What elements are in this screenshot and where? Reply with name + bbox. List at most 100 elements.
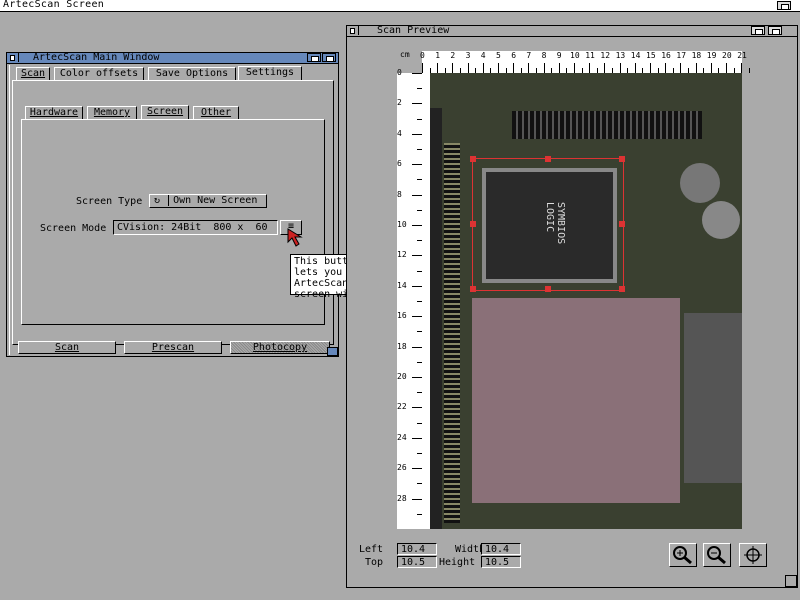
- top-ruler-tick: [498, 63, 499, 73]
- resize-icon[interactable]: [327, 347, 338, 356]
- selection-handle[interactable]: [470, 286, 476, 292]
- close-icon[interactable]: [7, 53, 19, 62]
- prescan-button[interactable]: Prescan: [124, 341, 222, 354]
- left-ruler-tick: [412, 346, 422, 348]
- top-ruler-tick: [726, 63, 727, 73]
- top-ruler-tick: [528, 63, 530, 73]
- left-ruler-tick: [412, 285, 422, 287]
- scan-preview-image[interactable]: SYMBIOS LOGIC: [422, 73, 742, 529]
- cpu-chip: [472, 298, 680, 503]
- tab-label: Save Options: [155, 68, 229, 79]
- subtab-label: Hardware: [29, 107, 79, 118]
- width-field[interactable]: 10.4: [481, 543, 521, 555]
- window-depth-gadget[interactable]: [322, 53, 336, 62]
- top-ruler-tick: [513, 63, 515, 73]
- preview-depth-gadget[interactable]: [768, 26, 782, 35]
- left-ruler-label: 28: [397, 493, 407, 503]
- top-field[interactable]: 10.5: [397, 556, 437, 568]
- zoom-out-button[interactable]: [703, 543, 731, 567]
- top-ruler-label: 17: [676, 51, 687, 60]
- zoom-in-button[interactable]: [669, 543, 697, 567]
- top-ruler-tick: [437, 63, 439, 73]
- left-ruler-tick: [412, 437, 422, 439]
- screen-depth-gadget[interactable]: [777, 1, 791, 10]
- preview-window: Scan Preview 0 1 2 3 4 5 6 7 8 9 10 11 12 13 14 15 16 17 1…: [346, 25, 798, 588]
- left-ruler-tick: [412, 498, 422, 500]
- top-ruler-tick: [710, 63, 712, 73]
- preview-close-icon[interactable]: [347, 26, 359, 35]
- selection-handle[interactable]: [619, 221, 625, 227]
- preview-window-titlebar[interactable]: Scan Preview: [347, 25, 797, 37]
- top-ruler-tick: [695, 63, 697, 73]
- tab-scan[interactable]: Scan: [16, 67, 50, 80]
- left-ruler-tick: [412, 103, 422, 105]
- subtab-label: Other: [200, 107, 232, 118]
- top-ruler-label: 13: [615, 51, 626, 60]
- top-ruler-tick: [741, 63, 743, 73]
- screen-title-bar[interactable]: ArtecScan Screen: [0, 0, 800, 12]
- left-ruler-tick: [412, 407, 422, 409]
- top-ruler-tick: [589, 63, 591, 73]
- tab-label: Settings: [245, 67, 295, 78]
- selection-rectangle[interactable]: [470, 156, 625, 292]
- left-ruler-tick: [412, 164, 422, 166]
- top-ruler-tick: [650, 63, 651, 73]
- subtab-label: Memory: [93, 107, 131, 118]
- preview-zoom-gadget[interactable]: [751, 26, 765, 35]
- selection-handle[interactable]: [470, 221, 476, 227]
- selection-handle[interactable]: [619, 286, 625, 292]
- top-ruler: 0 1 2 3 4 5 6 7 8 9 10 11 12 13 14 15 16 17 18 19 20 21: [420, 51, 750, 73]
- capacitor: [702, 201, 740, 239]
- top-ruler-tick: [665, 63, 667, 73]
- window-zoom-gadget[interactable]: [307, 53, 321, 62]
- tab-save-options[interactable]: Save Options: [148, 67, 236, 80]
- top-ruler-label: 20: [722, 51, 732, 60]
- left-ruler-label: 26: [397, 463, 407, 473]
- scan-button[interactable]: Scan: [18, 341, 116, 354]
- crosshair-button[interactable]: [739, 543, 767, 567]
- preview-resize-icon[interactable]: [785, 575, 797, 587]
- settings-panel: Hardware Memory Screen Other Screen Type…: [12, 80, 334, 345]
- top-ruler-label: 7: [526, 51, 532, 60]
- top-ruler-tick: [452, 63, 454, 73]
- left-ruler-tick: [412, 468, 422, 470]
- ruler-unit: cm: [400, 50, 410, 59]
- selection-handle[interactable]: [545, 156, 551, 162]
- selection-handle[interactable]: [619, 156, 625, 162]
- left-ruler-tick: [412, 377, 422, 378]
- left-ruler-label: 16: [397, 311, 407, 321]
- subtab-other[interactable]: Other: [193, 106, 239, 119]
- screen-type-cycle-button[interactable]: ↻ Own New Screen: [149, 194, 267, 208]
- top-ruler-tick: [543, 63, 545, 73]
- top-ruler-label: 11: [585, 51, 595, 60]
- left-ruler-label: 24: [397, 432, 407, 442]
- top-ruler-tick: [467, 63, 469, 73]
- left-label: Left: [359, 544, 384, 555]
- left-ruler-label: 20: [397, 372, 407, 381]
- left-ruler-tick: [412, 133, 422, 135]
- photocopy-button[interactable]: Photocopy: [230, 341, 330, 354]
- main-window: ArtecScan Main Window Scan Color offsets…: [6, 52, 339, 357]
- left-ruler-label: 10: [397, 220, 407, 229]
- top-ruler-label: 12: [600, 51, 611, 60]
- selection-handle[interactable]: [545, 286, 551, 292]
- top-ruler-label: 5: [496, 51, 501, 60]
- subtab-screen[interactable]: Screen: [141, 105, 189, 119]
- top-ruler-tick: [558, 63, 560, 73]
- tab-color-offsets[interactable]: Color offsets: [54, 67, 144, 80]
- preview-window-title: Scan Preview: [377, 25, 450, 36]
- height-field[interactable]: 10.5: [481, 556, 521, 568]
- top-ruler-label: 14: [630, 51, 641, 60]
- selection-handle[interactable]: [470, 156, 476, 162]
- left-ruler-tick: [412, 194, 422, 196]
- left-field[interactable]: 10.4: [397, 543, 437, 555]
- left-ruler-label: 22: [397, 402, 407, 412]
- left-ruler-tick: [412, 225, 422, 226]
- main-window-titlebar[interactable]: ArtecScan Main Window: [7, 52, 338, 64]
- left-ruler-label: 4: [397, 128, 402, 138]
- zoom-out-icon: [707, 546, 726, 565]
- top-ruler-tick: [680, 63, 682, 73]
- subtab-memory[interactable]: Memory: [87, 106, 137, 119]
- subtab-hardware[interactable]: Hardware: [25, 106, 83, 119]
- tab-settings[interactable]: Settings: [238, 66, 302, 80]
